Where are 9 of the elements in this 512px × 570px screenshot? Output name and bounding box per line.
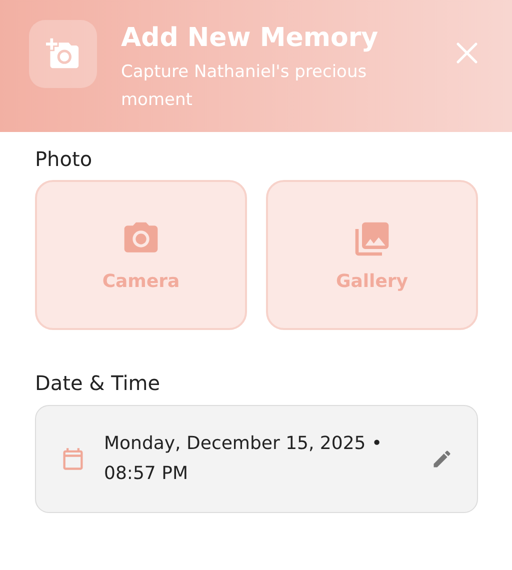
dialog-subtitle: Capture Nathaniel's precious moment: [121, 61, 368, 112]
date-time-field[interactable]: Monday, December 15, 2025 • 08:57 PM: [35, 405, 478, 513]
section-label: Photo: [35, 146, 92, 172]
dialog-title: Add New Memory: [121, 22, 380, 55]
section-label: Date & Time: [35, 370, 160, 396]
photo-source-button[interactable]: Camera: [35, 180, 247, 330]
add-photo-icon: [29, 20, 97, 88]
photo-source-button[interactable]: Gallery: [266, 180, 478, 330]
edit-icon[interactable]: [431, 448, 453, 470]
